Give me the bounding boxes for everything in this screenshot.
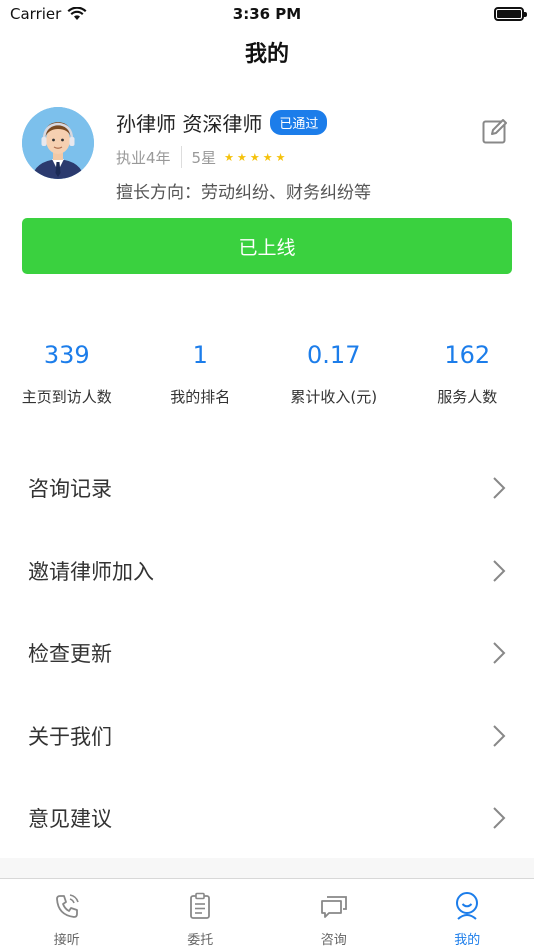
page-title: 我的 — [244, 42, 289, 67]
settings-menu: 咨询记录 邀请律师加入 检查更新 关于我们 意见建议 — [0, 447, 534, 860]
carrier-group: Carrier — [10, 5, 87, 23]
star-icon: ★ — [224, 150, 234, 164]
tab-label: 咨询 — [320, 933, 347, 948]
profile-name-row: 孙律师 资深律师 已通过 — [116, 108, 328, 137]
star-icon: ★ — [249, 150, 260, 164]
chevron-right-icon — [493, 560, 506, 582]
menu-item-about-us[interactable]: 关于我们 — [0, 695, 534, 778]
avatar[interactable] — [22, 107, 94, 179]
bottom-spacer — [0, 858, 534, 878]
rating-label: 5星 — [191, 148, 217, 167]
profile-icon — [456, 892, 479, 920]
stat-income[interactable]: 0.17 累计收入(元) — [267, 338, 401, 407]
tab-answer[interactable]: 接听 — [0, 879, 134, 950]
experience-years: 执业4年 — [116, 148, 171, 167]
menu-item-label: 咨询记录 — [28, 477, 112, 502]
stat-label: 主页到访人数 — [21, 388, 112, 406]
carrier-label: Carrier — [10, 5, 62, 23]
specialty-text: 擅长方向：劳动纠纷、财务纠纷等 — [116, 183, 371, 203]
wifi-icon — [67, 7, 87, 20]
tab-label: 我的 — [454, 933, 481, 948]
lawyer-name: 孙律师 资深律师 — [116, 112, 263, 136]
stat-value: 1 — [192, 341, 208, 369]
clipboard-icon — [190, 892, 211, 919]
tab-mine[interactable]: 我的 — [401, 879, 534, 950]
meta-divider — [180, 146, 182, 168]
stat-served[interactable]: 162 服务人数 — [401, 338, 534, 407]
profile-meta-row: 执业4年 5星 ★ ★ ★ ★ ★ — [116, 146, 285, 168]
edit-icon[interactable] — [481, 117, 509, 145]
status-bar: Carrier 3:36 PM — [0, 0, 534, 28]
chevron-right-icon — [493, 725, 506, 747]
menu-item-invite-lawyer[interactable]: 邀请律师加入 — [0, 530, 534, 613]
star-icon: ★ — [236, 150, 247, 164]
stat-label: 服务人数 — [437, 388, 498, 406]
rating-stars: ★ ★ ★ ★ ★ — [224, 151, 285, 164]
menu-item-label: 检查更新 — [28, 642, 112, 667]
stat-value: 0.17 — [307, 341, 361, 369]
stat-visitors[interactable]: 339 主页到访人数 — [0, 338, 134, 407]
menu-item-consult-records[interactable]: 咨询记录 — [0, 447, 534, 530]
stats-row: 339 主页到访人数 1 我的排名 0.17 累计收入(元) 162 服务人数 — [0, 338, 534, 407]
lawyer-avatar-icon — [22, 107, 94, 179]
battery-icon — [494, 7, 527, 21]
chat-icon — [320, 896, 347, 918]
phone-icon — [55, 894, 79, 918]
tab-label: 接听 — [53, 933, 80, 948]
chevron-right-icon — [493, 642, 506, 664]
stat-label: 累计收入(元) — [290, 388, 378, 406]
tab-label: 委托 — [187, 933, 214, 948]
star-icon: ★ — [275, 150, 286, 164]
star-icon: ★ — [262, 150, 273, 164]
stat-ranking[interactable]: 1 我的排名 — [134, 338, 268, 407]
menu-item-label: 意见建议 — [28, 807, 112, 832]
stat-value: 339 — [43, 341, 90, 369]
menu-item-label: 关于我们 — [28, 724, 112, 749]
tab-consult[interactable]: 咨询 — [267, 879, 401, 950]
menu-item-label: 邀请律师加入 — [28, 559, 154, 584]
chevron-right-icon — [493, 477, 506, 499]
stat-label: 我的排名 — [170, 388, 231, 406]
menu-item-feedback[interactable]: 意见建议 — [0, 777, 534, 860]
online-status-button[interactable]: 已上线 — [22, 218, 512, 274]
chevron-right-icon — [493, 807, 506, 829]
menu-item-check-update[interactable]: 检查更新 — [0, 612, 534, 695]
stat-value: 162 — [444, 341, 491, 369]
tab-entrust[interactable]: 委托 — [134, 879, 268, 950]
verified-badge: 已通过 — [270, 110, 328, 135]
tab-bar: 接听 委托 咨询 我的 — [0, 878, 534, 950]
